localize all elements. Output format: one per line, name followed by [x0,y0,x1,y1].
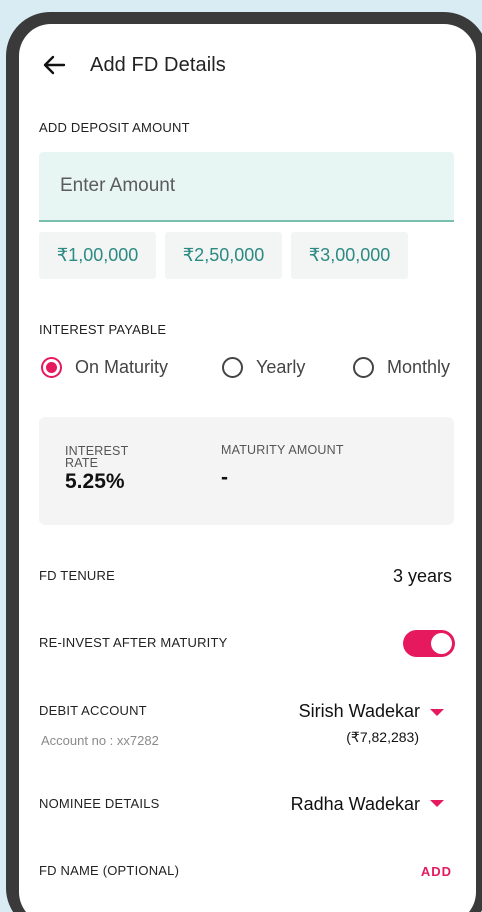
radio-unchecked-icon [222,356,243,378]
debit-account-balance: (₹7,82,283) [346,729,419,745]
maturity-amount-value: - [221,466,228,489]
fd-tenure-value[interactable]: 3 years [393,566,452,587]
quick-amount-chip-1[interactable]: ₹1,00,000 [39,232,156,279]
page-title: Add FD Details [90,54,226,76]
debit-account-label: DEBIT ACCOUNT [39,703,147,718]
radio-monthly[interactable]: Monthly [353,355,450,379]
radio-label: Yearly [256,356,306,377]
arrow-left-icon[interactable] [40,51,68,79]
radio-checked-icon [41,356,62,378]
toggle-knob [431,633,452,654]
quick-amount-chip-3[interactable]: ₹3,00,000 [291,232,408,279]
fd-tenure-label: FD TENURE [39,568,115,583]
interest-rate-label: INTEREST RATE [65,445,128,470]
account-number: Account no : xx7282 [41,733,159,748]
interest-rate-value: 5.25% [65,470,125,493]
deposit-amount-label: ADD DEPOSIT AMOUNT [39,120,190,135]
radio-on-maturity[interactable]: On Maturity [41,355,168,379]
reinvest-toggle[interactable] [403,630,455,657]
nominee-details-label: NOMINEE DETAILS [39,796,160,811]
radio-yearly[interactable]: Yearly [222,355,305,379]
nominee-name[interactable]: Radha Wadekar [291,794,420,815]
chevron-down-icon[interactable] [430,800,444,807]
reinvest-label: RE-INVEST AFTER MATURITY [39,635,228,650]
fd-name-label: FD NAME (OPTIONAL) [39,863,180,878]
debit-account-name[interactable]: Sirish Wadekar [299,701,420,722]
add-fd-name-button[interactable]: ADD [421,864,452,879]
interest-rate-label-line2: RATE [65,456,99,470]
app-screen: Add FD Details ADD DEPOSIT AMOUNT ₹1,00,… [19,24,476,912]
interest-payable-label: INTEREST PAYABLE [39,322,167,337]
radio-label: Monthly [387,356,451,377]
chevron-down-icon[interactable] [430,709,444,716]
radio-unchecked-icon [353,356,374,378]
maturity-amount-label: MATURITY AMOUNT [221,443,344,457]
radio-label: On Maturity [75,356,169,377]
quick-amount-chip-2[interactable]: ₹2,50,000 [165,232,282,279]
amount-input[interactable] [39,152,454,222]
